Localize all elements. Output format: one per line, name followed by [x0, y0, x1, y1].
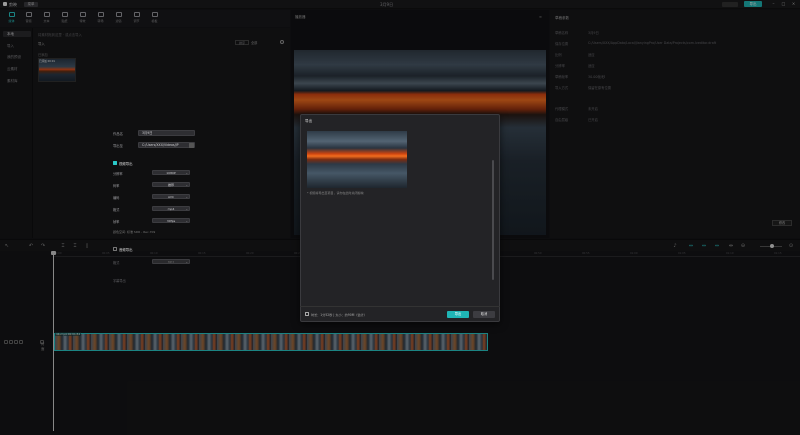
dialog-title: 导出 [305, 119, 313, 123]
framerate-select[interactable]: 30fps ⌄ [152, 218, 190, 223]
option-label: 分辨率 [113, 172, 123, 176]
option-label: 帧率 [113, 220, 120, 224]
name-input[interactable]: 3月9日 [138, 130, 195, 136]
option-label: 编码 [113, 196, 120, 200]
chevron-down-icon: ⌄ [185, 195, 188, 199]
audio-export-title: 音频导出 [119, 248, 133, 252]
option-label: 格式 [113, 208, 120, 212]
chevron-down-icon: ⌄ [185, 260, 188, 264]
export-preview [307, 131, 407, 188]
resolution-select[interactable]: 1080P ⌄ [152, 170, 190, 175]
format-select[interactable]: mp4 ⌄ [152, 206, 190, 211]
chevron-down-icon: ⌄ [185, 183, 188, 187]
chevron-down-icon: ⌄ [185, 171, 188, 175]
path-input[interactable]: C:/Users/XXX/Videos/JP [138, 142, 195, 148]
dialog-footer: 时长：1分52秒 | 大小：约90M（估计） 导出 取消 [300, 306, 500, 322]
option-label: 格式 [113, 261, 120, 265]
cancel-button[interactable]: 取消 [473, 311, 495, 318]
video-export-title: 视频导出 [119, 162, 133, 166]
folder-icon[interactable] [189, 143, 194, 148]
export-info: 时长：1分52秒 | 大小：约90M（估计） [311, 313, 367, 317]
film-icon [305, 312, 309, 316]
preview-note: * 视频将导出至项目，请勿在此时关闭剪映 [307, 191, 364, 195]
chevron-down-icon: ⌄ [185, 219, 188, 223]
export-dialog: 导出 * 视频将导出至项目，请勿在此时关闭剪映 [300, 114, 500, 322]
subtitle-export-title[interactable]: 字幕导出 [113, 278, 126, 283]
audio-export-checkbox[interactable] [113, 247, 117, 251]
export-button[interactable]: 导出 [447, 311, 469, 318]
chevron-down-icon: ⌄ [185, 207, 188, 211]
color-space-note: 颜色空间: 标准 SDR - Rec.709 [113, 230, 156, 234]
dialog-scrollbar[interactable] [492, 160, 494, 280]
audio-format-select: MP3 ⌄ [152, 259, 190, 264]
path-label: 导出至 [113, 144, 123, 148]
codec-select[interactable]: AVC ⌄ [152, 194, 190, 199]
bitrate-select[interactable]: 推荐 ⌄ [152, 182, 190, 187]
name-label: 作品名 [113, 132, 123, 136]
video-export-checkbox[interactable] [113, 161, 117, 165]
option-label: 码率 [113, 184, 120, 188]
